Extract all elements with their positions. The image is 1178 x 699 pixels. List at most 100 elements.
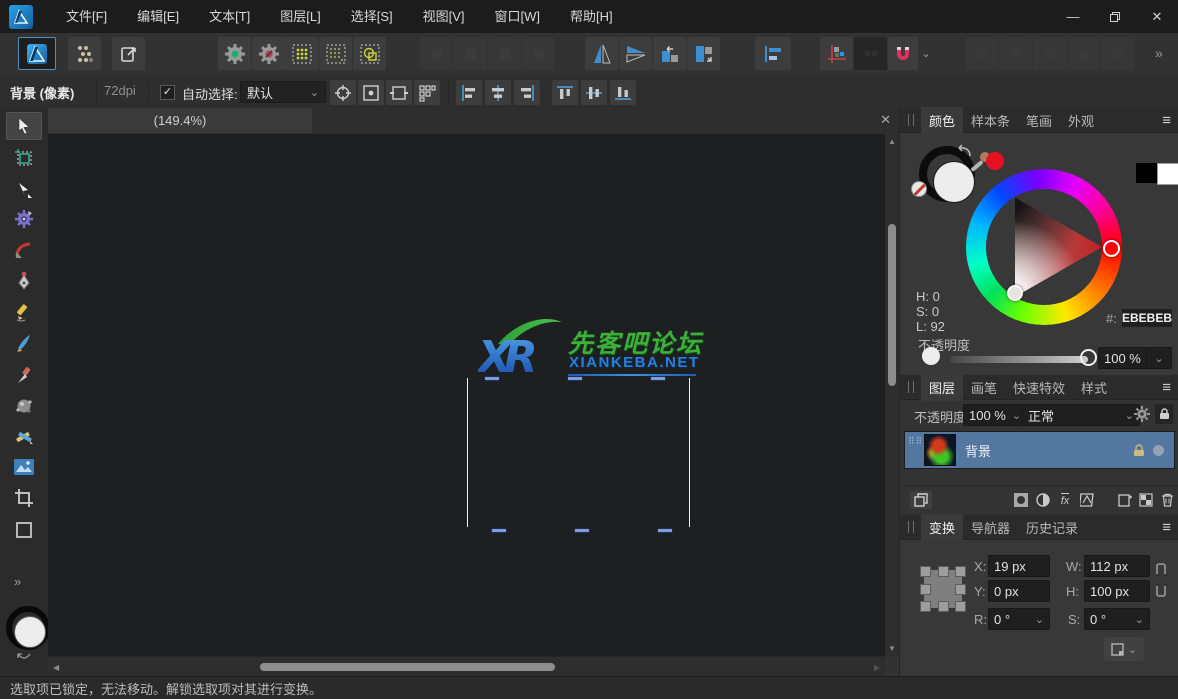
tab-styles[interactable]: 样式	[1073, 374, 1115, 401]
opacity-slider-handle[interactable]	[1080, 349, 1097, 366]
align-bottom-button[interactable]	[610, 80, 636, 105]
anchor-handle[interactable]	[938, 566, 949, 577]
rotation-dropdown[interactable]: 0 ° ⌄	[988, 608, 1050, 630]
tab-transform[interactable]: 变换	[921, 514, 963, 541]
crop-tool[interactable]	[6, 484, 42, 512]
panel-grip[interactable]	[908, 114, 914, 126]
tab-navigator[interactable]: 导航器	[963, 514, 1018, 541]
menu-select[interactable]: 选择[S]	[336, 0, 408, 33]
blend-options-gear-icon[interactable]	[1134, 406, 1150, 422]
horizontal-scrollbar[interactable]: ◀ ▶	[48, 656, 885, 677]
x-input[interactable]: 19 px	[988, 555, 1050, 577]
transparency-tool[interactable]	[6, 423, 42, 451]
anchor-handle[interactable]	[920, 584, 931, 595]
auto-select-checkbox[interactable]: ✓	[160, 85, 175, 100]
tab-layers[interactable]: 图层	[921, 374, 963, 401]
layer-row-background[interactable]: ⠿⠿ 背景	[905, 432, 1174, 468]
align-right-button[interactable]	[514, 80, 540, 105]
maximize-button[interactable]	[1094, 0, 1136, 33]
delete-layer-button[interactable]	[1158, 491, 1176, 509]
scroll-up-icon[interactable]: ▲	[888, 137, 896, 146]
anchor-handle[interactable]	[955, 601, 966, 612]
gear-disabled-button[interactable]	[252, 37, 285, 70]
lock-layer-button[interactable]	[1155, 404, 1173, 424]
align-top-button[interactable]	[552, 80, 578, 105]
layer-thumbnail[interactable]	[924, 434, 956, 466]
w-input[interactable]: 112 px	[1084, 555, 1150, 577]
fill-gradient-tool[interactable]	[6, 392, 42, 420]
snapping-toggle-button[interactable]	[888, 37, 918, 70]
anchor-handle[interactable]	[938, 601, 949, 612]
artboard-tool[interactable]	[6, 144, 42, 172]
horizontal-scroll-thumb[interactable]	[260, 663, 555, 671]
menu-layer[interactable]: 图层[L]	[265, 0, 335, 33]
rotate-cw-button[interactable]	[687, 37, 720, 70]
minimize-button[interactable]: —	[1052, 0, 1094, 33]
fill-color-swatch[interactable]	[14, 616, 46, 648]
toolbar-overflow-button[interactable]: »	[1155, 45, 1163, 61]
knife-tool[interactable]	[6, 361, 42, 389]
tab-quick-fx[interactable]: 快速特效	[1005, 374, 1073, 401]
tab-color[interactable]: 颜色	[921, 107, 963, 134]
scroll-left-icon[interactable]: ◀	[53, 663, 59, 672]
menu-edit[interactable]: 编辑[E]	[122, 0, 194, 33]
align-left-button[interactable]	[456, 80, 482, 105]
vertical-scroll-thumb[interactable]	[888, 224, 896, 386]
more-tools-button[interactable]: »	[14, 574, 21, 589]
vector-brush-tool[interactable]	[6, 329, 42, 357]
layer-visibility-toggle[interactable]	[1153, 445, 1164, 456]
transform-options-button[interactable]: ⌄	[1104, 637, 1144, 661]
pen-tool[interactable]	[6, 267, 42, 295]
tab-history[interactable]: 历史记录	[1018, 514, 1086, 541]
anchor-handle[interactable]	[955, 584, 966, 595]
anchor-point-selector[interactable]	[924, 570, 962, 608]
document-tab[interactable]: (149.4%)	[48, 108, 312, 133]
sl-selector[interactable]	[1007, 285, 1023, 301]
anchor-handle[interactable]	[955, 566, 966, 577]
mask-layer-button[interactable]	[1012, 491, 1030, 509]
gear-enabled-button[interactable]	[218, 37, 251, 70]
link-dimensions-icon[interactable]	[1155, 562, 1167, 598]
tab-stroke[interactable]: 笔画	[1018, 107, 1060, 134]
no-color-swatch[interactable]	[911, 181, 927, 197]
tab-appearance[interactable]: 外观	[1060, 107, 1102, 134]
node-tool[interactable]	[6, 176, 42, 204]
layer-drag-handle[interactable]: ⠿⠿	[908, 437, 922, 463]
tab-brushes[interactable]: 画笔	[963, 374, 1005, 401]
swap-colors-icon[interactable]	[16, 652, 32, 662]
edit-all-layers-button[interactable]	[910, 491, 932, 509]
blend-mode-dropdown[interactable]: 正常 ⌄	[1022, 404, 1140, 426]
force-pixel-alignment-button[interactable]	[319, 37, 352, 70]
panel-menu-icon[interactable]: ≡	[1162, 379, 1171, 396]
move-by-whole-pixels-button[interactable]	[353, 37, 386, 70]
opacity-unit-dropdown[interactable]: ⌄	[1146, 347, 1172, 369]
place-image-tool[interactable]	[6, 453, 42, 481]
add-layer-button[interactable]	[1116, 491, 1134, 509]
export-persona-button[interactable]	[112, 37, 145, 70]
adjustment-layer-button[interactable]	[1034, 491, 1052, 509]
corner-tool[interactable]	[6, 236, 42, 264]
hue-selector[interactable]	[1103, 240, 1120, 257]
pencil-tool[interactable]	[6, 298, 42, 326]
snap-pixel-grid-button[interactable]	[285, 37, 318, 70]
alignment-button[interactable]	[755, 37, 791, 70]
auto-select-dropdown[interactable]: 默认 ⌄	[240, 81, 326, 103]
menu-window[interactable]: 窗口[W]	[480, 0, 556, 33]
scroll-right-icon[interactable]: ▶	[874, 663, 880, 672]
show-alignment-handles-button[interactable]	[414, 80, 440, 105]
rotate-ccw-button[interactable]	[653, 37, 686, 70]
layer-effects-button[interactable]	[1078, 491, 1096, 509]
hide-selection-button[interactable]	[358, 80, 384, 105]
add-pixel-layer-button[interactable]	[1137, 491, 1155, 509]
close-button[interactable]: ✕	[1136, 0, 1178, 33]
canvas[interactable]: XR 先客吧论坛 XIANKEBA.NET	[48, 134, 885, 656]
panel-menu-icon[interactable]: ≡	[1162, 112, 1171, 129]
menu-file[interactable]: 文件[F]	[51, 0, 122, 33]
align-center-h-button[interactable]	[485, 80, 511, 105]
scroll-down-icon[interactable]: ▼	[888, 644, 896, 653]
align-middle-button[interactable]	[581, 80, 607, 105]
panel-menu-icon[interactable]: ≡	[1162, 519, 1171, 536]
designer-persona-button[interactable]	[18, 37, 56, 70]
menu-text[interactable]: 文本[T]	[194, 0, 265, 33]
hex-input[interactable]: EBEBEB	[1122, 309, 1172, 327]
